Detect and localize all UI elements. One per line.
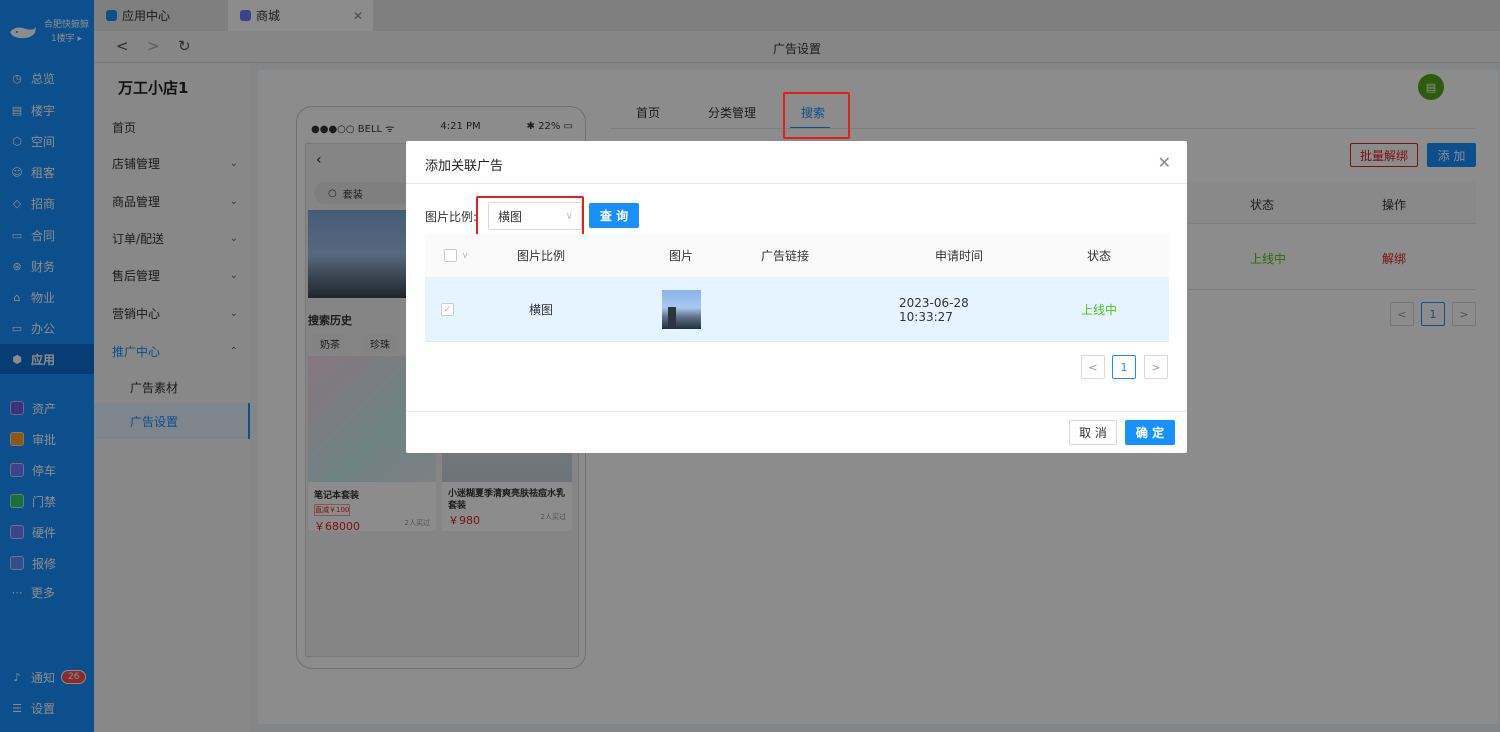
next-page-button[interactable]: > — [1144, 355, 1168, 379]
table-row[interactable]: ✓ 横图 2023-06-28 10:33:27 上线中 — [425, 277, 1169, 342]
ratio-label: 图片比例: — [425, 210, 478, 224]
add-ad-dialog: 添加关联广告 ✕ 图片比例: 横图 ∨ 查 询 ∨ 图片比例 图片 广告链接 申请… — [406, 141, 1187, 453]
dialog-title: 添加关联广告 — [425, 159, 504, 174]
cell-time: 2023-06-28 10:33:27 — [899, 295, 969, 324]
column-header: 状态 — [1086, 249, 1111, 263]
cell-ratio: 横图 — [528, 303, 553, 317]
cancel-button[interactable]: 取 消 — [1069, 420, 1117, 445]
check-icon: ✓ — [441, 303, 454, 316]
column-header: 图片比例 — [516, 249, 565, 263]
cell-status: 上线中 — [1080, 303, 1117, 317]
highlight-box-search-tab — [783, 92, 850, 139]
close-icon[interactable]: ✕ — [1158, 153, 1171, 172]
table-header: ∨ 图片比例 图片 广告链接 申请时间 状态 — [425, 234, 1169, 277]
checkbox-icon — [443, 249, 457, 262]
prev-page-button[interactable]: < — [1081, 355, 1105, 379]
confirm-button[interactable]: 确 定 — [1125, 420, 1175, 445]
select-all-checkbox[interactable]: ∨ — [441, 234, 471, 277]
column-header: 图片 — [668, 249, 693, 263]
row-checkbox[interactable]: ✓ — [441, 277, 454, 342]
query-button[interactable]: 查 询 — [589, 203, 639, 228]
cell-link — [735, 277, 835, 342]
divider — [406, 183, 1187, 184]
ad-thumbnail — [661, 290, 701, 329]
page-number[interactable]: 1 — [1112, 355, 1136, 379]
divider — [406, 411, 1187, 412]
column-header: 申请时间 — [934, 249, 983, 263]
cell-image — [631, 277, 731, 342]
highlight-box-ratio-select — [476, 196, 584, 238]
chevron-down-icon: ∨ — [461, 250, 469, 261]
column-header: 广告链接 — [760, 249, 809, 263]
